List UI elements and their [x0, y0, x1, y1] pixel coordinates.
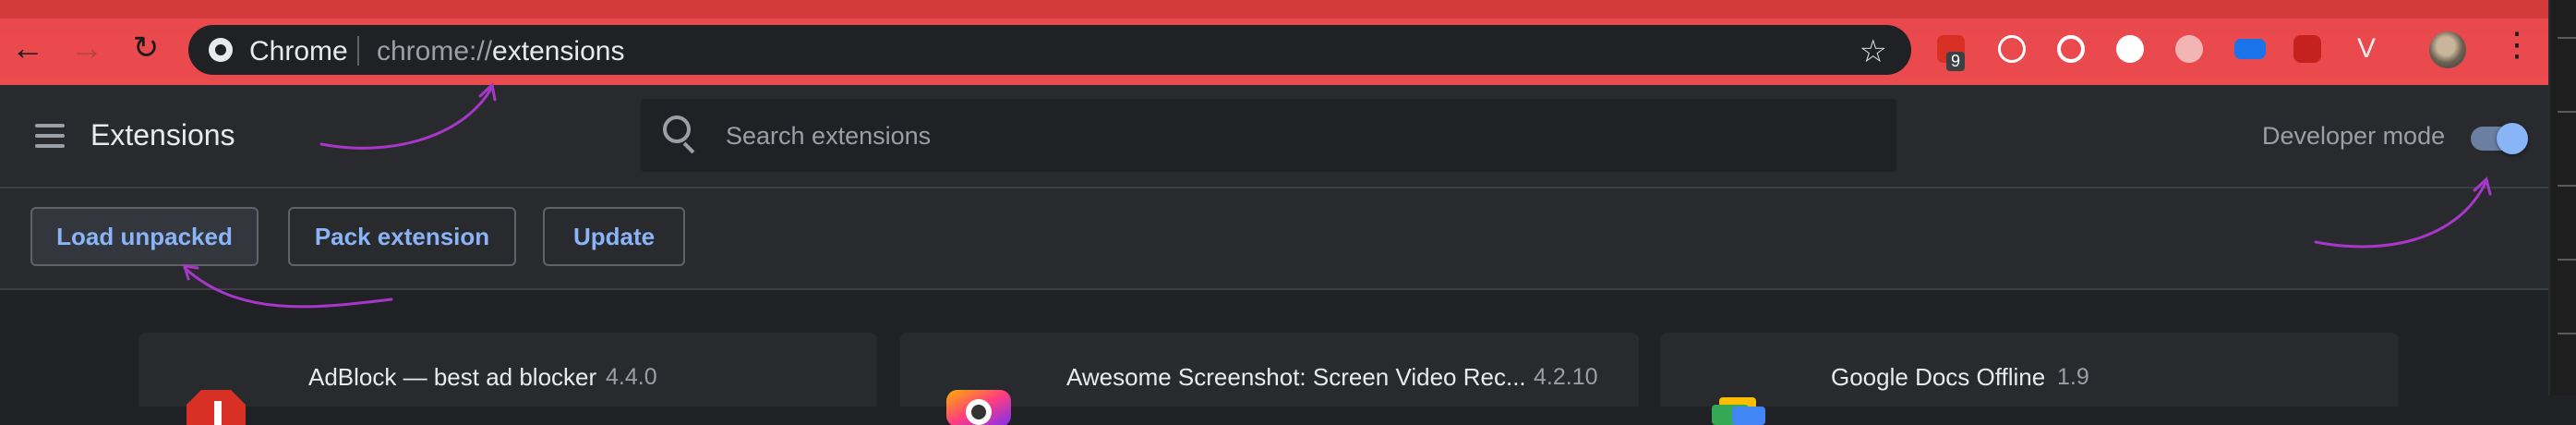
tab-strip — [0, 0, 2548, 18]
awesome-screenshot-icon — [946, 390, 1011, 425]
site-chip: Chrome — [249, 36, 348, 67]
extension-card[interactable]: Awesome Screenshot: Screen Video Rec... … — [900, 333, 1639, 425]
chrome-logo-icon — [209, 38, 233, 62]
page-title: Extensions — [90, 118, 235, 152]
adblock-toolbar-icon[interactable] — [2293, 35, 2321, 63]
screen-share-icon[interactable] — [2234, 39, 2266, 59]
avatar[interactable] — [2429, 31, 2466, 68]
adblock-icon — [187, 390, 246, 425]
extension-name: AdBlock — best ad blocker — [308, 363, 597, 391]
search-box[interactable] — [641, 99, 1896, 172]
vue-devtools-icon[interactable]: V — [2353, 35, 2380, 63]
browser-toolbar: ← → ↻ Chrome chrome://extensions ☆ 9 V ⋮ — [0, 0, 2548, 85]
search-icon — [663, 115, 691, 143]
update-button[interactable]: Update — [543, 207, 685, 266]
load-unpacked-button[interactable]: Load unpacked — [30, 207, 259, 266]
developer-mode-toggle[interactable] — [2471, 123, 2528, 154]
extension-version: 4.2.10 — [1534, 364, 1598, 390]
hamburger-menu-icon[interactable] — [35, 124, 65, 154]
target-icon[interactable] — [2057, 35, 2085, 63]
toggle-knob — [2497, 123, 2528, 154]
url-text[interactable]: chrome://extensions — [377, 36, 624, 67]
reload-button[interactable]: ↻ — [129, 31, 163, 65]
extension-version: 4.4.0 — [606, 364, 657, 390]
extension-card[interactable]: AdBlock — best ad blocker 4.4.0 — [138, 333, 877, 425]
google-docs-offline-icon — [1712, 397, 1765, 425]
window-edge — [2548, 0, 2576, 395]
developer-mode-label: Developer mode — [2262, 122, 2446, 150]
extension-badge: 9 — [1946, 52, 1966, 71]
forward-button[interactable]: → — [70, 31, 103, 65]
extensions-list: AdBlock — best ad blocker 4.4.0 Awesome … — [0, 290, 2548, 425]
separator — [357, 36, 359, 66]
extension-card[interactable]: Google Docs Offline 1.9 — [1660, 333, 2399, 425]
pack-extension-button[interactable]: Pack extension — [288, 207, 516, 266]
compass-icon[interactable] — [2175, 35, 2203, 63]
bookmark-star-icon[interactable]: ☆ — [1860, 33, 1887, 70]
react-icon[interactable] — [1998, 35, 2026, 63]
back-button[interactable]: ← — [11, 31, 44, 65]
circle-extension-icon[interactable] — [2116, 35, 2144, 63]
more-menu-icon[interactable]: ⋮ — [2500, 28, 2534, 61]
search-input[interactable] — [724, 115, 1836, 156]
extension-name: Google Docs Offline — [1831, 363, 2046, 391]
address-bar[interactable]: Chrome chrome://extensions ☆ — [188, 25, 1911, 75]
extension-name: Awesome Screenshot: Screen Video Rec... — [1066, 363, 1526, 391]
extension-version: 1.9 — [2057, 364, 2089, 390]
developer-actions-bar: Load unpacked Pack extension Update — [0, 188, 2548, 290]
extensions-header: Extensions Developer mode — [0, 85, 2548, 188]
